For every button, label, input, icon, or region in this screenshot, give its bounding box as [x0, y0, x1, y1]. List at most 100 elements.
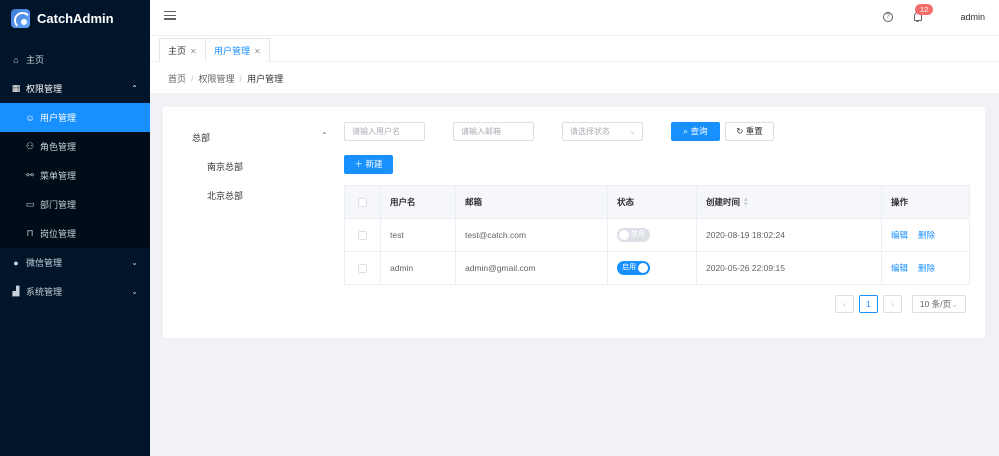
logo[interactable]: CatchAdmin	[0, 0, 150, 36]
user-menu[interactable]: admin	[960, 12, 985, 22]
table-row: test test@catch.com 禁用 2020-08-19 18:02:…	[345, 219, 969, 252]
status-cell: 启用	[608, 252, 697, 284]
chevron-down-icon: ⌄	[629, 127, 636, 136]
tab-home[interactable]: 主页 ✕	[159, 38, 206, 62]
tree-node[interactable]: 北京总部	[207, 189, 243, 202]
select-all-checkbox[interactable]	[358, 197, 367, 207]
username-cell: test	[381, 219, 456, 251]
chevron-right-icon: ›	[891, 299, 894, 309]
sidebar-item-system[interactable]: ▟ 系统管理 ⌄	[0, 277, 150, 306]
home-icon: ⌂	[13, 54, 19, 65]
sidebar-item-label: 主页	[26, 55, 45, 65]
status-toggle[interactable]: 禁用	[617, 228, 650, 242]
delete-link[interactable]: 删除	[918, 229, 935, 241]
page-number[interactable]: 1	[859, 295, 878, 313]
username-input[interactable]: 请输入用户名	[344, 122, 425, 141]
search-button[interactable]: ⌕ 查询	[671, 122, 720, 141]
created-cell: 2020-05-26 22:09:15	[697, 252, 882, 284]
wechat-icon: ●	[13, 257, 19, 268]
sidebar-item-label: 部门管理	[40, 200, 77, 210]
sidebar-item-label: 权限管理	[26, 84, 63, 94]
row-checkbox[interactable]	[358, 230, 367, 240]
column-header: 用户名	[381, 186, 456, 218]
tab-label: 用户管理	[214, 46, 251, 56]
reset-button[interactable]: ↻ 重置	[725, 122, 774, 141]
actions-cell: 编辑 删除	[882, 252, 971, 284]
sidebar-item-label: 微信管理	[26, 258, 63, 268]
plus-icon: ＋	[354, 159, 364, 169]
help-icon[interactable]: ?	[883, 12, 893, 22]
column-header: 创建时间	[706, 197, 741, 207]
page-size-label: 10 条/页	[919, 299, 952, 309]
close-icon[interactable]: ✕	[190, 47, 197, 56]
create-button[interactable]: ＋ 新建	[344, 155, 393, 174]
briefcase-icon: ⊓	[26, 228, 34, 238]
sidebar-item-label: 系统管理	[26, 287, 63, 297]
create-button-label: 新建	[365, 159, 383, 169]
actions-cell: 编辑 删除	[882, 219, 971, 251]
sidebar-menu: ⌂ 主页 ▦ 权限管理 ⌃ ☺ 用户管理 ⚇ 角色管理 ⚯ 菜单管理 ▭ 部门管…	[0, 45, 150, 306]
refresh-icon: ↻	[736, 126, 744, 136]
sidebar-item-label: 角色管理	[40, 142, 77, 152]
notification-badge: 12	[915, 4, 934, 15]
logo-icon	[11, 8, 30, 28]
edit-link[interactable]: 编辑	[891, 262, 908, 274]
sidebar-item-departments[interactable]: ▭ 部门管理	[0, 190, 150, 219]
sort-icon[interactable]: ▴ ▾	[744, 196, 748, 208]
column-header: 操作	[891, 197, 909, 207]
sidebar-item-label: 用户管理	[40, 113, 77, 123]
prev-page-button[interactable]: ‹	[835, 295, 854, 313]
top-header: ? 12 admin	[150, 0, 999, 36]
select-all-cell	[345, 186, 381, 218]
tree-node[interactable]: 南京总部	[207, 160, 243, 173]
table-row: admin admin@gmail.com 启用 2020-05-26 22:0…	[345, 252, 969, 285]
tab-user-management[interactable]: 用户管理 ✕	[205, 38, 270, 63]
page-size-select[interactable]: 10 条/页⌄	[912, 295, 966, 313]
sidebar-item-permissions[interactable]: ▦ 权限管理 ⌃	[0, 74, 150, 103]
reset-button-label: 重置	[745, 126, 763, 136]
table-header-row: 用户名 邮箱 状态 创建时间 ▴ ▾ 操作	[345, 186, 969, 219]
sidebar-item-menus[interactable]: ⚯ 菜单管理	[0, 161, 150, 190]
breadcrumb-item[interactable]: 首页	[168, 74, 186, 84]
edit-link[interactable]: 编辑	[891, 229, 908, 241]
close-icon[interactable]: ✕	[254, 47, 261, 56]
chevron-left-icon: ‹	[843, 299, 846, 309]
tab-label: 主页	[168, 46, 187, 56]
toggle-knob	[619, 230, 629, 240]
username-cell: admin	[381, 252, 456, 284]
toggle-label: 禁用	[631, 231, 645, 238]
sidebar-item-home[interactable]: ⌂ 主页	[0, 45, 150, 74]
email-input[interactable]: 请输入邮箱	[453, 122, 534, 141]
status-select-placeholder: 请选择状态	[570, 127, 610, 136]
search-button-label: 查询	[690, 126, 708, 136]
sidebar: CatchAdmin ⌂ 主页 ▦ 权限管理 ⌃ ☺ 用户管理 ⚇ 角色管理 ⚯…	[0, 0, 150, 456]
grid-icon: ▦	[11, 83, 21, 93]
status-cell: 禁用	[608, 219, 697, 251]
chevron-down-icon: ⌄	[131, 287, 138, 296]
content-card: 总部 ⌃ 南京总部 北京总部 请输入用户名 请输入邮箱 请选择状态 ⌄ ⌕ 查询…	[163, 107, 985, 338]
users-table: 用户名 邮箱 状态 创建时间 ▴ ▾ 操作 test test@catch.com…	[344, 185, 970, 285]
sidebar-item-jobs[interactable]: ⊓ 岗位管理	[0, 219, 150, 248]
status-select[interactable]: 请选择状态 ⌄	[562, 122, 643, 141]
email-cell: test@catch.com	[456, 219, 608, 251]
breadcrumb-item[interactable]: 权限管理	[199, 74, 235, 84]
sidebar-item-users[interactable]: ☺ 用户管理	[0, 103, 150, 132]
chevron-up-icon[interactable]: ⌃	[321, 131, 328, 140]
search-icon: ⌕	[683, 126, 689, 136]
tree-node-root[interactable]: 总部	[192, 131, 210, 144]
email-cell: admin@gmail.com	[456, 252, 608, 284]
chart-icon: ▟	[12, 286, 20, 296]
menu-toggle-icon[interactable]	[164, 11, 176, 22]
link-icon: ⚯	[26, 170, 34, 180]
sidebar-item-wechat[interactable]: ● 微信管理 ⌄	[0, 248, 150, 277]
row-checkbox[interactable]	[358, 263, 367, 273]
column-header-sortable[interactable]: 创建时间 ▴ ▾	[697, 186, 882, 218]
sidebar-item-roles[interactable]: ⚇ 角色管理	[0, 132, 150, 161]
row-select-cell	[345, 252, 381, 284]
delete-link[interactable]: 删除	[918, 262, 935, 274]
next-page-button[interactable]: ›	[883, 295, 902, 313]
breadcrumb-current: 用户管理	[247, 74, 284, 84]
status-toggle[interactable]: 启用	[617, 261, 650, 275]
row-select-cell	[345, 219, 381, 251]
app-title: CatchAdmin	[37, 10, 114, 26]
